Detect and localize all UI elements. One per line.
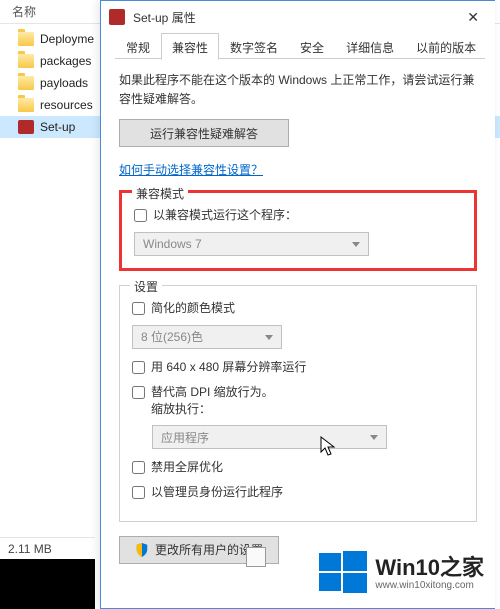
file-label: Set-up	[40, 120, 75, 134]
checkbox-input[interactable]	[132, 486, 145, 499]
disable-fullscreen-checkbox[interactable]: 禁用全屏优化	[132, 459, 464, 476]
checkbox-input[interactable]	[132, 386, 145, 399]
run-as-admin-checkbox[interactable]: 以管理员身份运行此程序	[132, 484, 464, 501]
checkbox-input[interactable]	[132, 361, 145, 374]
dpi-scale-combo[interactable]: 应用程序	[152, 425, 387, 449]
app-icon	[18, 120, 34, 134]
titlebar[interactable]: Set-up 属性 ✕	[101, 1, 495, 33]
shield-icon	[135, 543, 149, 557]
folder-icon	[18, 54, 34, 68]
checkbox-label: 以兼容模式运行这个程序：	[153, 207, 297, 224]
taskbar-fragment	[0, 559, 95, 609]
file-label: packages	[40, 54, 91, 68]
tab-general[interactable]: 常规	[115, 33, 161, 59]
tab-signatures[interactable]: 数字签名	[219, 33, 289, 59]
tab-security[interactable]: 安全	[289, 33, 335, 59]
checkbox-label: 禁用全屏优化	[151, 459, 223, 476]
app-icon	[109, 9, 125, 25]
windows-logo-icon	[319, 549, 367, 597]
checkbox-label: 简化的颜色模式	[151, 300, 235, 317]
settings-group: 设置 简化的颜色模式 8 位(256)色 用 640 x 480 屏幕分辨率运行…	[119, 285, 477, 522]
checkbox-input[interactable]	[132, 302, 145, 315]
folder-icon	[18, 76, 34, 90]
compat-os-combo[interactable]: Windows 7	[134, 232, 369, 256]
watermark: Win10之家 www.win10xitong.com	[311, 545, 492, 601]
group-label: 兼容模式	[132, 185, 188, 202]
color-mode-combo[interactable]: 8 位(256)色	[132, 325, 282, 349]
tab-previous[interactable]: 以前的版本	[405, 33, 487, 59]
checkbox-label: 用 640 x 480 屏幕分辨率运行	[151, 359, 306, 376]
watermark-title: Win10之家	[375, 555, 484, 580]
compat-mode-group: 兼容模式 以兼容模式运行这个程序： Windows 7	[119, 190, 477, 271]
tab-compatibility[interactable]: 兼容性	[161, 33, 219, 60]
checkbox-label: 替代高 DPI 缩放行为。缩放执行：	[151, 384, 274, 418]
tab-details[interactable]: 详细信息	[335, 33, 405, 59]
folder-icon	[18, 98, 34, 112]
ok-button-fragment[interactable]	[246, 547, 266, 567]
file-label: Deployme	[40, 32, 94, 46]
status-bar: 2.11 MB	[0, 537, 95, 559]
group-label: 设置	[130, 278, 162, 295]
checkbox-input[interactable]	[134, 209, 147, 222]
watermark-url: www.win10xitong.com	[375, 580, 484, 592]
lowres-checkbox[interactable]: 用 640 x 480 屏幕分辨率运行	[132, 359, 464, 376]
tab-content: 如果此程序不能在这个版本的 Windows 上正常工作，请尝试运行兼容性疑难解答…	[101, 59, 495, 564]
window-title: Set-up 属性	[133, 9, 459, 26]
properties-dialog: Set-up 属性 ✕ 常规 兼容性 数字签名 安全 详细信息 以前的版本 如果…	[100, 0, 495, 609]
folder-icon	[18, 32, 34, 46]
checkbox-input[interactable]	[132, 461, 145, 474]
compat-description: 如果此程序不能在这个版本的 Windows 上正常工作，请尝试运行兼容性疑难解答…	[119, 71, 477, 109]
checkbox-label: 以管理员身份运行此程序	[151, 484, 283, 501]
troubleshoot-button[interactable]: 运行兼容性疑难解答	[119, 119, 289, 147]
compat-mode-checkbox[interactable]: 以兼容模式运行这个程序：	[134, 207, 462, 224]
reduced-color-checkbox[interactable]: 简化的颜色模式	[132, 300, 464, 317]
file-label: payloads	[40, 76, 88, 90]
manual-settings-link[interactable]: 如何手动选择兼容性设置？	[119, 161, 263, 178]
close-button[interactable]: ✕	[459, 5, 487, 30]
status-text: 2.11 MB	[8, 542, 52, 556]
file-label: resources	[40, 98, 93, 112]
tab-strip: 常规 兼容性 数字签名 安全 详细信息 以前的版本	[101, 33, 495, 59]
dpi-override-checkbox[interactable]: 替代高 DPI 缩放行为。缩放执行：	[132, 384, 464, 418]
